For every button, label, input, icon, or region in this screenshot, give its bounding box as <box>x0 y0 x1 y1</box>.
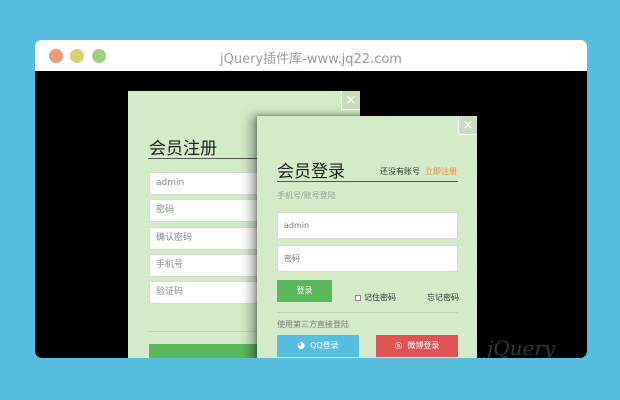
login-title: 会员登录 <box>277 162 345 182</box>
login-username-input[interactable]: admin <box>277 212 458 239</box>
window-title: jQuery插件库-www.jq22.com <box>220 52 402 67</box>
weibo-icon: ◎ <box>394 341 403 351</box>
login-panel: × 会员登录 还没有账号 立即注册 手机号/账号登陆 admin 密码 登录 记… <box>257 116 477 358</box>
browser-window: jQuery插件库-www.jq22.com × 会员注册 admin 密码 确… <box>35 40 587 358</box>
qq-login-button[interactable]: ◕ QQ登录 <box>277 335 359 357</box>
register-now-link[interactable]: 立即注册 <box>425 166 457 177</box>
demo-content: × 会员注册 admin 密码 确认密码 手机号 验证码 注册 × 会员登录 还… <box>35 71 587 358</box>
login-button[interactable]: 登录 <box>277 280 332 302</box>
third-party-login-label: 使用第三方直接登陆 <box>277 320 349 329</box>
remember-password-option[interactable]: 记住密码 <box>355 292 396 303</box>
jquery-watermark-logo: jQuery <box>487 336 556 358</box>
forgot-password-link[interactable]: 忘记密码 <box>427 292 459 303</box>
weibo-login-label: 微博登录 <box>407 341 440 350</box>
login-password-input[interactable]: 密码 <box>277 245 458 272</box>
remember-password-checkbox[interactable] <box>355 294 361 301</box>
register-title: 会员注册 <box>149 139 217 159</box>
register-close-icon[interactable]: × <box>341 91 360 110</box>
remember-password-label: 记住密码 <box>364 293 396 302</box>
weibo-login-button[interactable]: ◎ 微博登录 <box>376 335 458 357</box>
window-titlebar: jQuery插件库-www.jq22.com <box>35 40 587 71</box>
login-title-divider <box>277 181 458 182</box>
login-subtitle: 手机号/账号登陆 <box>277 191 336 200</box>
login-divider <box>277 312 458 313</box>
qq-login-label: QQ登录 <box>310 341 339 350</box>
qq-icon: ◕ <box>297 341 306 351</box>
no-account-text: 还没有账号 <box>380 167 420 176</box>
login-close-icon[interactable]: × <box>458 116 477 135</box>
